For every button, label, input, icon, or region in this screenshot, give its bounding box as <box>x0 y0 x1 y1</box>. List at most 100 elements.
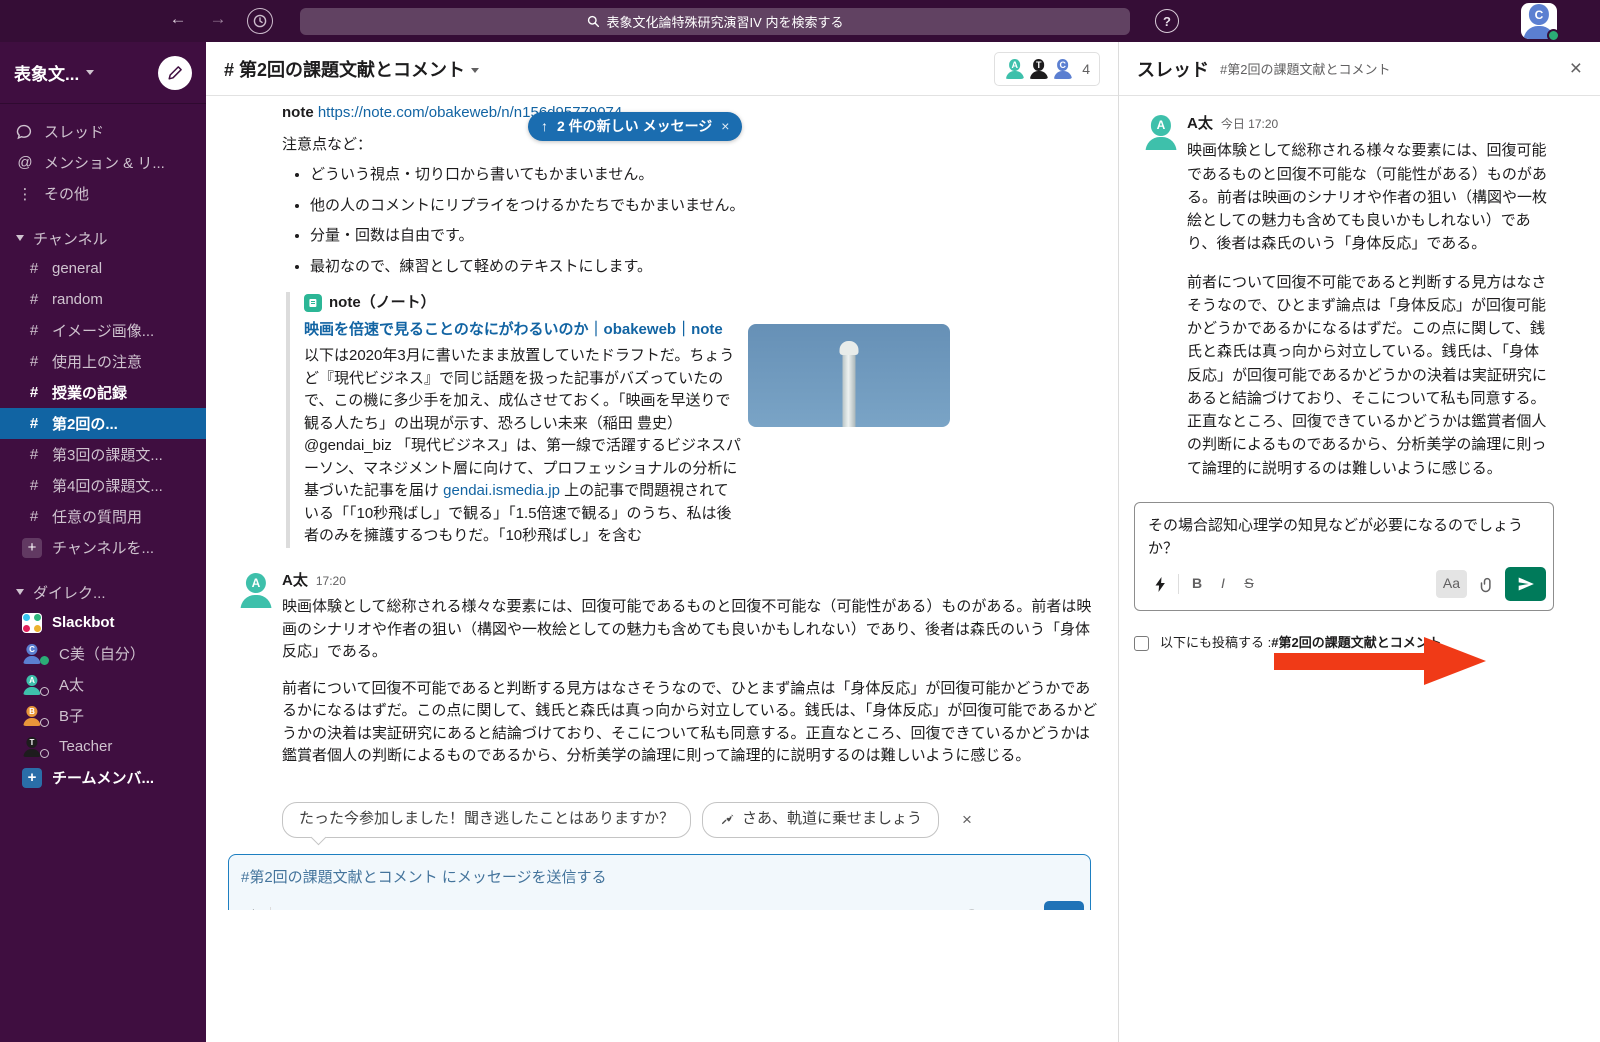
history-back-icon[interactable]: ← <box>165 9 191 29</box>
message-author[interactable]: A太 <box>282 570 308 593</box>
sidebar-dm-slackbot[interactable]: Slackbot <box>0 607 206 638</box>
hash-icon: # <box>26 353 42 370</box>
channels-section-header[interactable]: チャンネル <box>0 223 206 253</box>
sidebar-add-channel[interactable]: +チャンネルを... <box>0 532 206 563</box>
sidebar-channel-questions[interactable]: #任意の質問用 <box>0 501 206 532</box>
history-forward-icon[interactable]: → <box>205 9 231 29</box>
shortcuts-lightning-icon[interactable] <box>1147 572 1173 596</box>
sidebar-item-threads[interactable]: スレッド <box>0 116 206 147</box>
sidebar-label: メンション & リ... <box>44 152 165 173</box>
codeblock-icon <box>484 905 510 911</box>
card-thumbnail-image[interactable] <box>748 324 950 427</box>
main-pane: # 第2回の課題文献とコメント A T C 4 ↑ 2 件の新しい メッセージ … <box>206 42 1118 1042</box>
also-send-channel[interactable]: #第2回の課題文献とコメント <box>1271 635 1441 650</box>
sidebar-dm-a[interactable]: A A太 <box>0 669 206 700</box>
history-clock-icon[interactable] <box>247 8 273 34</box>
sidebar-channel-images[interactable]: #イメージ画像... <box>0 315 206 346</box>
suggested-reply-1[interactable]: たった今参加しました！聞き逃したことはありますか？ <box>282 802 691 838</box>
sidebar-channel-session2-selected[interactable]: #第2回の... <box>0 408 206 439</box>
attach-paperclip-icon[interactable] <box>1479 576 1495 593</box>
card-site-name: note（ノート） <box>329 292 436 315</box>
dm-avatar: C <box>22 644 42 664</box>
dm-avatar: A <box>22 675 42 695</box>
thread-paragraph: 前者について回復不可能であると判断する見方はなさそうなので、ひとまず論点は「身体… <box>1187 271 1553 480</box>
card-title-link[interactable]: 映画を倍速で見ることのなにがわるいのか｜obakeweb｜note <box>304 319 742 342</box>
emoji-icon[interactable] <box>984 905 1010 911</box>
italic-icon[interactable]: I <box>1210 572 1236 596</box>
search-placeholder: 表象文化論特殊研究演習IV 内を検索する <box>607 12 844 31</box>
thread-reply-composer: その場合認知心理学の知見などが必要になるのでしょうか？ B I S Aa <box>1134 502 1554 612</box>
user-avatar[interactable]: C <box>1521 3 1557 39</box>
text-format-icon[interactable]: Aa <box>1436 570 1467 598</box>
card-inline-link[interactable]: gendai.ismedia.jp <box>443 482 560 499</box>
thread-message-author[interactable]: A太 <box>1187 112 1213 135</box>
message-timestamp[interactable]: 17:20 <box>316 572 346 590</box>
message-input[interactable]: #第2回の課題文献とコメント にメッセージを送信する <box>229 855 1090 899</box>
thread-reply-input[interactable]: その場合認知心理学の知見などが必要になるのでしょうか？ <box>1135 503 1553 565</box>
suggestions-close-icon[interactable]: × <box>962 807 972 833</box>
sidebar-dm-b[interactable]: B B子 <box>0 700 206 731</box>
channel-title[interactable]: # 第2回の課題文献とコメント <box>224 56 479 82</box>
channel-label: 第4回の課題文... <box>52 475 163 496</box>
hash-icon: # <box>26 415 42 432</box>
thread-channel-name[interactable]: #第2回の課題文献とコメント <box>1220 59 1390 78</box>
sidebar-channel-session4[interactable]: #第4回の課題文... <box>0 470 206 501</box>
suggested-reply-2[interactable]: さあ、軌道に乗せましょう <box>702 802 939 838</box>
mention-icon[interactable]: @ <box>958 905 984 911</box>
sidebar: 表象文... スレッド @ メンション & リ... ⋮ その他 チャンネル #… <box>0 42 206 1042</box>
sidebar-channel-random[interactable]: #random <box>0 284 206 315</box>
member-avatar: T <box>1028 58 1049 79</box>
message-avatar[interactable]: A <box>238 572 274 608</box>
chevron-down-icon <box>86 70 94 75</box>
sidebar-channel-general[interactable]: #general <box>0 253 206 284</box>
dm-label: Slackbot <box>52 614 115 631</box>
sidebar-channel-usage-notes[interactable]: # 使用上の注意 <box>0 346 206 377</box>
thread-message-avatar[interactable]: A <box>1143 114 1179 150</box>
sidebar-item-mentions[interactable]: @ メンション & リ... <box>0 147 206 178</box>
sidebar-channel-session3[interactable]: #第3回の課題文... <box>0 439 206 470</box>
message-paragraph: 前者について回復不可能であると判断する見方はなさそうなので、ひとまず論点は「身体… <box>282 678 1100 768</box>
banner-close-icon[interactable]: × <box>721 116 729 137</box>
compose-button[interactable] <box>158 56 192 90</box>
thread-message-timestamp[interactable]: 今日 17:20 <box>1221 115 1278 134</box>
channel-label: 使用上の注意 <box>52 351 142 372</box>
dm-section-header[interactable]: ダイレク... <box>0 577 206 607</box>
attach-paperclip-icon[interactable] <box>1010 905 1036 911</box>
suggested-replies: たった今参加しました！聞き逃したことはありますか？ さあ、軌道に乗せましょう × <box>282 802 1092 838</box>
new-messages-banner[interactable]: ↑ 2 件の新しい メッセージ × <box>528 112 742 141</box>
also-send-checkbox[interactable] <box>1134 636 1149 651</box>
sidebar-dm-teacher[interactable]: T Teacher <box>0 731 206 762</box>
caret-down-icon <box>16 589 24 595</box>
sidebar-label: スレッド <box>44 121 104 142</box>
slackbot-avatar <box>22 613 42 633</box>
workspace-header[interactable]: 表象文... <box>0 42 206 104</box>
dm-avatar: B <box>22 706 42 726</box>
sidebar-dm-self[interactable]: C C美（自分） <box>0 638 206 669</box>
at-icon: @ <box>16 154 34 171</box>
text-format-icon[interactable]: Aa <box>932 905 958 911</box>
chevron-down-icon <box>471 68 479 73</box>
speech-tail <box>311 830 327 846</box>
thread-close-icon[interactable]: × <box>1570 57 1582 81</box>
thread-header: スレッド #第2回の課題文献とコメント × <box>1119 42 1600 96</box>
bold-icon[interactable]: B <box>1184 572 1210 596</box>
thread-reply-toolbar: B I S Aa <box>1135 564 1553 610</box>
sidebar-add-members[interactable]: + チームメンバ... <box>0 762 206 793</box>
message: A A太 17:20 映画体験として総称される様々な要素には、回復可能であるもの… <box>282 570 1092 768</box>
dm-label: B子 <box>59 705 84 726</box>
search-input[interactable]: 表象文化論特殊研究演習IV 内を検索する <box>300 8 1130 35</box>
sidebar-item-more[interactable]: ⋮ その他 <box>0 178 206 209</box>
hash-icon: # <box>26 384 42 401</box>
top-bar: ← → 表象文化論特殊研究演習IV 内を検索する ? C <box>0 0 1600 42</box>
sidebar-channel-class-records[interactable]: #授業の記録 <box>0 377 206 408</box>
member-count-button[interactable]: A T C 4 <box>994 52 1100 86</box>
strikethrough-icon: S <box>328 905 354 911</box>
shortcuts-lightning-icon[interactable] <box>239 905 265 911</box>
help-icon[interactable]: ? <box>1155 9 1179 33</box>
add-members-label: チームメンバ... <box>52 767 154 788</box>
italic-icon: I <box>302 905 328 911</box>
thread-send-button[interactable] <box>1505 567 1546 601</box>
threads-icon <box>16 124 34 140</box>
strikethrough-icon[interactable]: S <box>1236 572 1262 596</box>
send-button[interactable] <box>1044 901 1084 911</box>
